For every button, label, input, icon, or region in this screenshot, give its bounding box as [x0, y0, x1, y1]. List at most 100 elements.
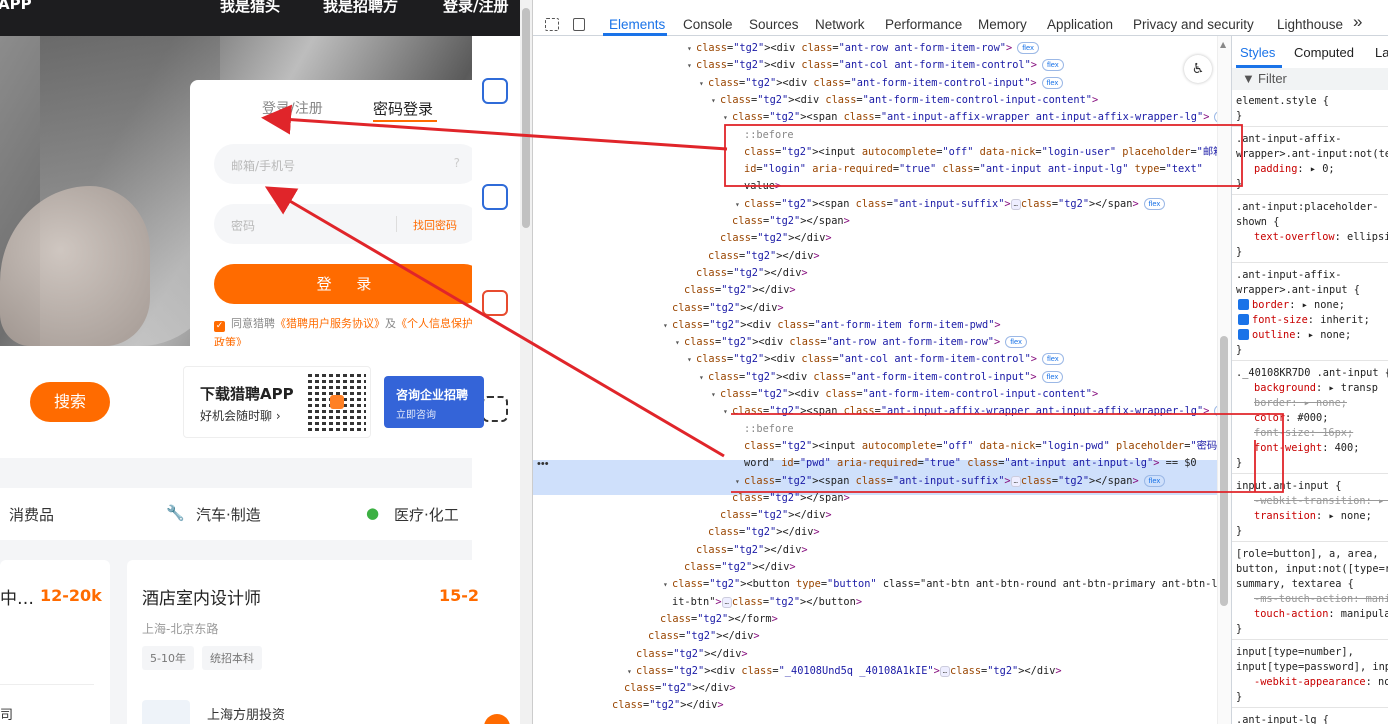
dom-node-line[interactable]: ::before: [735, 421, 794, 438]
password-input[interactable]: 密码 找回密码: [214, 204, 480, 244]
app-download-subtitle: 好机会随时聊 ›: [200, 409, 281, 423]
tab-styles[interactable]: Styles: [1240, 45, 1275, 60]
favorite-icon[interactable]: [482, 290, 508, 316]
dom-node-line[interactable]: ▾ class="tg2"><span class="ant-input-affi…: [723, 403, 1217, 420]
dom-node-line[interactable]: ▾ class="tg2"><div class="ant-col ant-for…: [687, 57, 1064, 74]
dom-node-line[interactable]: class="tg2"></div>: [615, 680, 736, 697]
styles-tabs: Styles Computed La: [1232, 36, 1388, 68]
scroll-up-icon[interactable]: ▲: [1220, 40, 1226, 49]
more-tabs-icon[interactable]: »: [1353, 12, 1362, 32]
category-auto[interactable]: 汽车·制造: [196, 504, 261, 525]
dom-node-line[interactable]: ▾ class="tg2"><span class="ant-input-affi…: [723, 109, 1217, 126]
dom-node-line[interactable]: class="tg2"></div>: [699, 248, 820, 265]
css-rule-line: input.ant-input {: [1236, 480, 1342, 492]
dom-node-line[interactable]: ▾ class="tg2"><div class="_40108Und5q _40…: [627, 663, 1062, 680]
user-agreement-link[interactable]: 《猎聘用户服务协议》: [275, 317, 385, 330]
dom-node-line[interactable]: ▾ class="tg2"><div class="ant-form-item-c…: [699, 369, 1064, 386]
job-card[interactable]: 酒店室内设计师 15-2 上海-北京东路 5-10年 统招本科 上海方朋投资: [127, 560, 487, 724]
dom-node-line[interactable]: word" id="pwd" aria-required="true" clas…: [735, 455, 1197, 472]
dom-node-line[interactable]: class="tg2"></div>: [639, 628, 760, 645]
css-rule-line: outline: ▸ none;: [1238, 328, 1351, 343]
username-input[interactable]: 邮箱/手机号 ?: [214, 144, 480, 184]
forgot-password-link[interactable]: 找回密码: [413, 217, 457, 233]
elements-dom-tree[interactable]: ••• ▾ class="tg2"><div class="ant-row ant…: [533, 36, 1217, 724]
dom-node-line[interactable]: class="tg2"></div>: [687, 265, 808, 282]
tab-password-login[interactable]: 密码登录: [373, 98, 433, 119]
company-name: 上海方朋投资: [207, 708, 286, 723]
dom-node-line[interactable]: ▾ class="tg2"><div class="ant-form-item-c…: [711, 92, 1098, 109]
dom-node-line[interactable]: class="tg2"></span>: [723, 213, 850, 230]
dom-node-line[interactable]: class="tg2"></div>: [675, 559, 796, 576]
tab-application[interactable]: Application: [1047, 17, 1113, 32]
tab-network[interactable]: Network: [815, 17, 865, 32]
dom-node-line[interactable]: class="tg2"></div>: [711, 230, 832, 247]
nav-app[interactable]: APP: [0, 0, 32, 13]
css-rule-line: }: [1236, 691, 1243, 703]
dom-node-line[interactable]: class="tg2"></div>: [699, 524, 820, 541]
app-download-promo[interactable]: 下载猎聘APP 好机会随时聊 ›: [183, 366, 371, 438]
nav-recruiter[interactable]: 我是招聘方: [323, 0, 398, 16]
dom-node-line[interactable]: class="tg2"></div>: [603, 697, 724, 714]
message-icon[interactable]: [482, 78, 508, 104]
dom-node-line[interactable]: ▾ class="tg2"><button type="button" class…: [663, 576, 1217, 593]
consult-banner[interactable]: 咨询企业招聘 立即咨询: [384, 376, 484, 428]
dom-node-line[interactable]: value>: [735, 178, 781, 195]
app-download-title: 下载猎聘APP: [200, 385, 294, 403]
dom-node-line[interactable]: class="tg2"><input autocomplete="off" da…: [735, 144, 1217, 161]
dom-node-line[interactable]: ▾ class="tg2"><div class="ant-col ant-for…: [687, 351, 1064, 368]
elements-scrollbar[interactable]: ▲: [1217, 36, 1231, 724]
dom-node-line[interactable]: ▾ class="tg2"><div class="ant-form-item-c…: [711, 386, 1098, 403]
dom-node-line[interactable]: class="tg2"></div>: [663, 300, 784, 317]
category-consumer[interactable]: 消费品: [9, 504, 54, 525]
page-scrollbar-thumb[interactable]: [522, 8, 530, 228]
dom-node-line[interactable]: it-btn">… class="tg2"></button>: [663, 594, 862, 611]
tab-elements[interactable]: Elements: [609, 17, 665, 32]
elements-scrollbar-thumb[interactable]: [1220, 336, 1228, 606]
agree-checkbox[interactable]: ✓: [214, 321, 225, 332]
dom-node-line[interactable]: class="tg2"></div>: [687, 542, 808, 559]
checklist-icon[interactable]: [482, 184, 508, 210]
username-placeholder: 邮箱/手机号: [231, 159, 296, 173]
tab-performance[interactable]: Performance: [885, 17, 962, 32]
dom-node-line[interactable]: ▾ class="tg2"><span class="ant-input-suff…: [735, 196, 1166, 213]
agree-prefix: 同意猎聘: [231, 317, 275, 330]
nav-login-register[interactable]: 登录/注册: [443, 0, 508, 16]
dom-node-line[interactable]: class="tg2"></div>: [711, 507, 832, 524]
qrcode-icon[interactable]: [482, 396, 508, 422]
styles-filter-input[interactable]: ▼ Filter: [1232, 68, 1388, 90]
dom-node-line[interactable]: id="login" aria-required="true" class="a…: [735, 161, 1203, 178]
inspect-element-icon[interactable]: [545, 18, 559, 31]
dom-node-line[interactable]: class="tg2"></div>: [675, 282, 796, 299]
dom-node-line[interactable]: ▾ class="tg2"><div class="ant-row ant-for…: [675, 334, 1027, 351]
top-navigation: APP 我是猎头 我是招聘方 登录/注册: [0, 0, 520, 36]
search-button[interactable]: 搜索: [30, 382, 110, 422]
tab-layout[interactable]: La: [1375, 45, 1388, 60]
nav-headhunter[interactable]: 我是猎头: [220, 0, 280, 16]
accessibility-icon[interactable]: ♿: [1184, 55, 1212, 83]
category-medical[interactable]: 医疗·化工: [394, 504, 459, 525]
dom-node-line[interactable]: ::before: [735, 127, 794, 144]
row-menu-icon[interactable]: •••: [537, 458, 549, 470]
page-scrollbar[interactable]: [520, 0, 532, 724]
device-toolbar-icon[interactable]: [573, 18, 585, 31]
dom-node-line[interactable]: ▾ class="tg2"><span class="ant-input-suff…: [735, 473, 1166, 490]
dom-node-line[interactable]: ▾ class="tg2"><div class="ant-row ant-for…: [687, 40, 1039, 57]
dom-node-line[interactable]: class="tg2"></form>: [651, 611, 778, 628]
dom-node-line[interactable]: class="tg2"></div>: [627, 646, 748, 663]
tab-console[interactable]: Console: [683, 17, 733, 32]
css-rule-line: .ant-input-lg {: [1236, 714, 1329, 724]
tab-computed[interactable]: Computed: [1294, 45, 1354, 60]
tab-sms-login[interactable]: 登录/注册: [262, 98, 323, 118]
tab-memory[interactable]: Memory: [978, 17, 1027, 32]
tab-privacy-security[interactable]: Privacy and security: [1133, 17, 1254, 32]
job-card[interactable]: 中… 12-20k 司: [0, 560, 110, 724]
dom-node-line[interactable]: ▾ class="tg2"><div class="ant-form-item-c…: [699, 75, 1064, 92]
job-salary: 12-20k: [40, 586, 102, 605]
tab-sources[interactable]: Sources: [749, 17, 799, 32]
dom-node-line[interactable]: ▾ class="tg2"><div class="ant-form-item f…: [663, 317, 1001, 334]
login-button[interactable]: 登 录: [214, 264, 484, 304]
tab-lighthouse[interactable]: Lighthouse: [1277, 17, 1343, 32]
dom-node-line[interactable]: class="tg2"></span>: [723, 490, 850, 507]
dom-node-line[interactable]: class="tg2"><input autocomplete="off" da…: [735, 438, 1217, 455]
help-icon: ?: [453, 156, 460, 170]
